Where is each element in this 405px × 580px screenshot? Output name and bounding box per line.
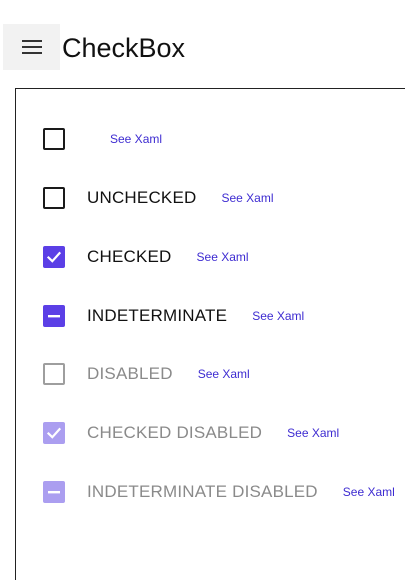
checkmark-icon <box>46 249 62 265</box>
checkbox-indeterminate[interactable] <box>43 305 65 327</box>
checkbox-disabled-label: DISABLED <box>87 364 173 383</box>
see-xaml-link[interactable]: See Xaml <box>198 367 250 381</box>
checkbox-indeterminate-disabled-label: INDETERMINATE DISABLED <box>87 482 318 501</box>
see-xaml-link[interactable]: See Xaml <box>252 309 304 323</box>
checkbox-row-plain: See Xaml <box>43 127 162 151</box>
checkbox-unchecked-label: UNCHECKED <box>87 188 197 207</box>
minus-icon <box>47 309 61 323</box>
checkmark-icon <box>46 425 62 441</box>
see-xaml-link[interactable]: See Xaml <box>221 191 273 205</box>
checkbox-row-unchecked: UNCHECKED See Xaml <box>43 186 274 210</box>
checkbox-checked-disabled <box>43 422 65 444</box>
hamburger-menu-button[interactable] <box>3 24 60 70</box>
checkbox-row-indeterminate: INDETERMINATE See Xaml <box>43 304 304 328</box>
see-xaml-link[interactable]: See Xaml <box>343 485 395 499</box>
checkbox-row-checked: CHECKED See Xaml <box>43 245 249 269</box>
minus-icon <box>47 485 61 499</box>
checkbox-checked-label: CHECKED <box>87 247 172 266</box>
checkbox-indeterminate-disabled <box>43 481 65 503</box>
checkbox-unchecked[interactable] <box>43 187 65 209</box>
see-xaml-link[interactable]: See Xaml <box>197 250 249 264</box>
page-title: CheckBox <box>62 33 186 63</box>
checkbox-checked-disabled-label: CHECKED DISABLED <box>87 423 263 442</box>
checkbox-row-indeterminate-disabled: INDETERMINATE DISABLED See Xaml <box>43 480 395 504</box>
checkbox-row-checked-disabled: CHECKED DISABLED See Xaml <box>43 421 339 445</box>
checkbox-row-disabled: DISABLED See Xaml <box>43 362 250 386</box>
checkbox-disabled <box>43 363 65 385</box>
checkbox-indeterminate-label: INDETERMINATE <box>87 306 228 325</box>
see-xaml-link[interactable]: See Xaml <box>110 132 162 146</box>
see-xaml-link[interactable]: See Xaml <box>287 426 339 440</box>
checkbox-plain[interactable] <box>43 128 65 150</box>
page: CheckBox See Xaml UNCHECKED See Xaml CHE… <box>0 0 405 580</box>
checkbox-checked[interactable] <box>43 246 65 268</box>
hamburger-menu-icon <box>21 40 42 54</box>
content-frame <box>15 88 405 580</box>
